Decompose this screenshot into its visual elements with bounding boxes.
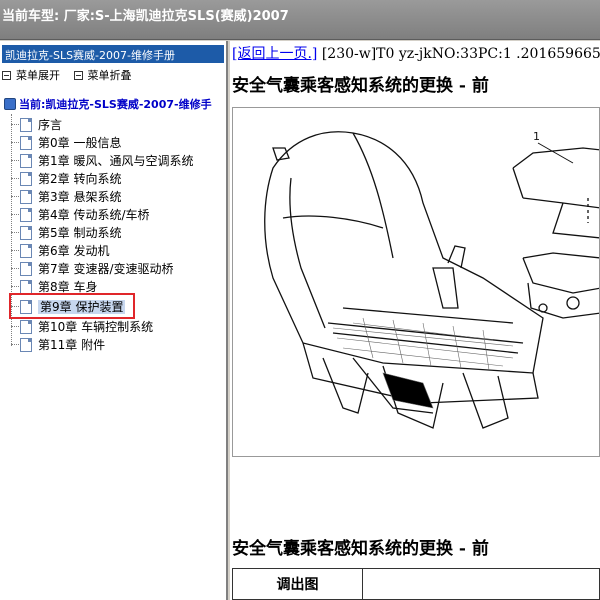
tree-item-preface[interactable]: 序言: [11, 116, 62, 134]
content-panel: [返回上一页.] [230-w]T0 yz-jkNO:33PC:1 .20165…: [230, 41, 600, 600]
callout-number: 1: [533, 130, 540, 143]
tree-item-chapter-1[interactable]: 第1章 暖风、通风与空调系统: [11, 152, 193, 170]
manual-title: 凯迪拉克-SLS赛威-2007-维修手册: [2, 45, 224, 63]
collapse-menu-button[interactable]: 菜单折叠: [73, 67, 132, 83]
tree-item-chapter-11[interactable]: 第11章 附件: [11, 336, 105, 354]
nav-row: [返回上一页.] [230-w]T0 yz-jkNO:33PC:1 .20165…: [232, 43, 600, 63]
left-panel: 凯迪拉克-SLS赛威-2007-维修手册 菜单展开 菜单折叠 当前:凯迪拉克-S…: [0, 41, 228, 600]
document-icon: [20, 280, 32, 294]
callout-table: 调出图: [232, 568, 600, 600]
table-header-cell: 调出图: [232, 568, 363, 600]
tree-toolbar: 菜单展开 菜单折叠: [2, 67, 142, 83]
title-text: 当前车型: 厂家:S-上海凯迪拉克SLS(赛威)2007: [2, 9, 289, 24]
document-icon: [20, 190, 32, 204]
tree-item-chapter-7[interactable]: 第7章 变速器/变速驱动桥: [11, 260, 174, 278]
title-bar: 当前车型: 厂家:S-上海凯迪拉克SLS(赛威)2007: [0, 0, 600, 40]
seat-illustration: 1: [264, 130, 599, 429]
back-link[interactable]: [返回上一页.]: [232, 46, 317, 62]
tree-root[interactable]: 当前:凯迪拉克-SLS赛威-2007-维修手: [4, 96, 212, 114]
collapse-icon: [73, 71, 83, 80]
document-icon: [20, 338, 32, 352]
document-reference: [230-w]T0 yz-jkNO:33PC:1 .2016596657: [317, 46, 600, 62]
document-icon: [20, 320, 32, 334]
document-icon: [20, 136, 32, 150]
tree-item-chapter-6[interactable]: 第6章 发动机: [11, 242, 109, 260]
expand-icon: [2, 71, 11, 80]
page-title: 安全气囊乘客感知系统的更换 - 前: [232, 76, 489, 96]
document-icon: [20, 262, 32, 276]
expand-menu-button[interactable]: 菜单展开: [2, 67, 60, 83]
tree-item-chapter-0[interactable]: 第0章 一般信息: [11, 134, 121, 152]
tree-item-chapter-4[interactable]: 第4章 传动系统/车桥: [11, 206, 150, 224]
tree-item-chapter-3[interactable]: 第3章 悬架系统: [11, 188, 121, 206]
document-icon: [20, 172, 32, 186]
document-icon: [20, 118, 32, 132]
document-icon: [20, 154, 32, 168]
selection-highlight-box: [9, 293, 135, 319]
document-icon: [20, 226, 32, 240]
tree-item-chapter-2[interactable]: 第2章 转向系统: [11, 170, 121, 188]
seat-diagram: 1: [232, 107, 600, 457]
document-icon: [20, 208, 32, 222]
tree-item-chapter-10[interactable]: 第10章 车辆控制系统: [11, 318, 153, 336]
section-heading: 安全气囊乘客感知系统的更换 - 前: [232, 539, 489, 559]
document-icon: [20, 244, 32, 258]
table-empty-cell: [362, 568, 600, 600]
tree-item-chapter-5[interactable]: 第5章 制动系统: [11, 224, 121, 242]
book-icon: [4, 98, 16, 110]
